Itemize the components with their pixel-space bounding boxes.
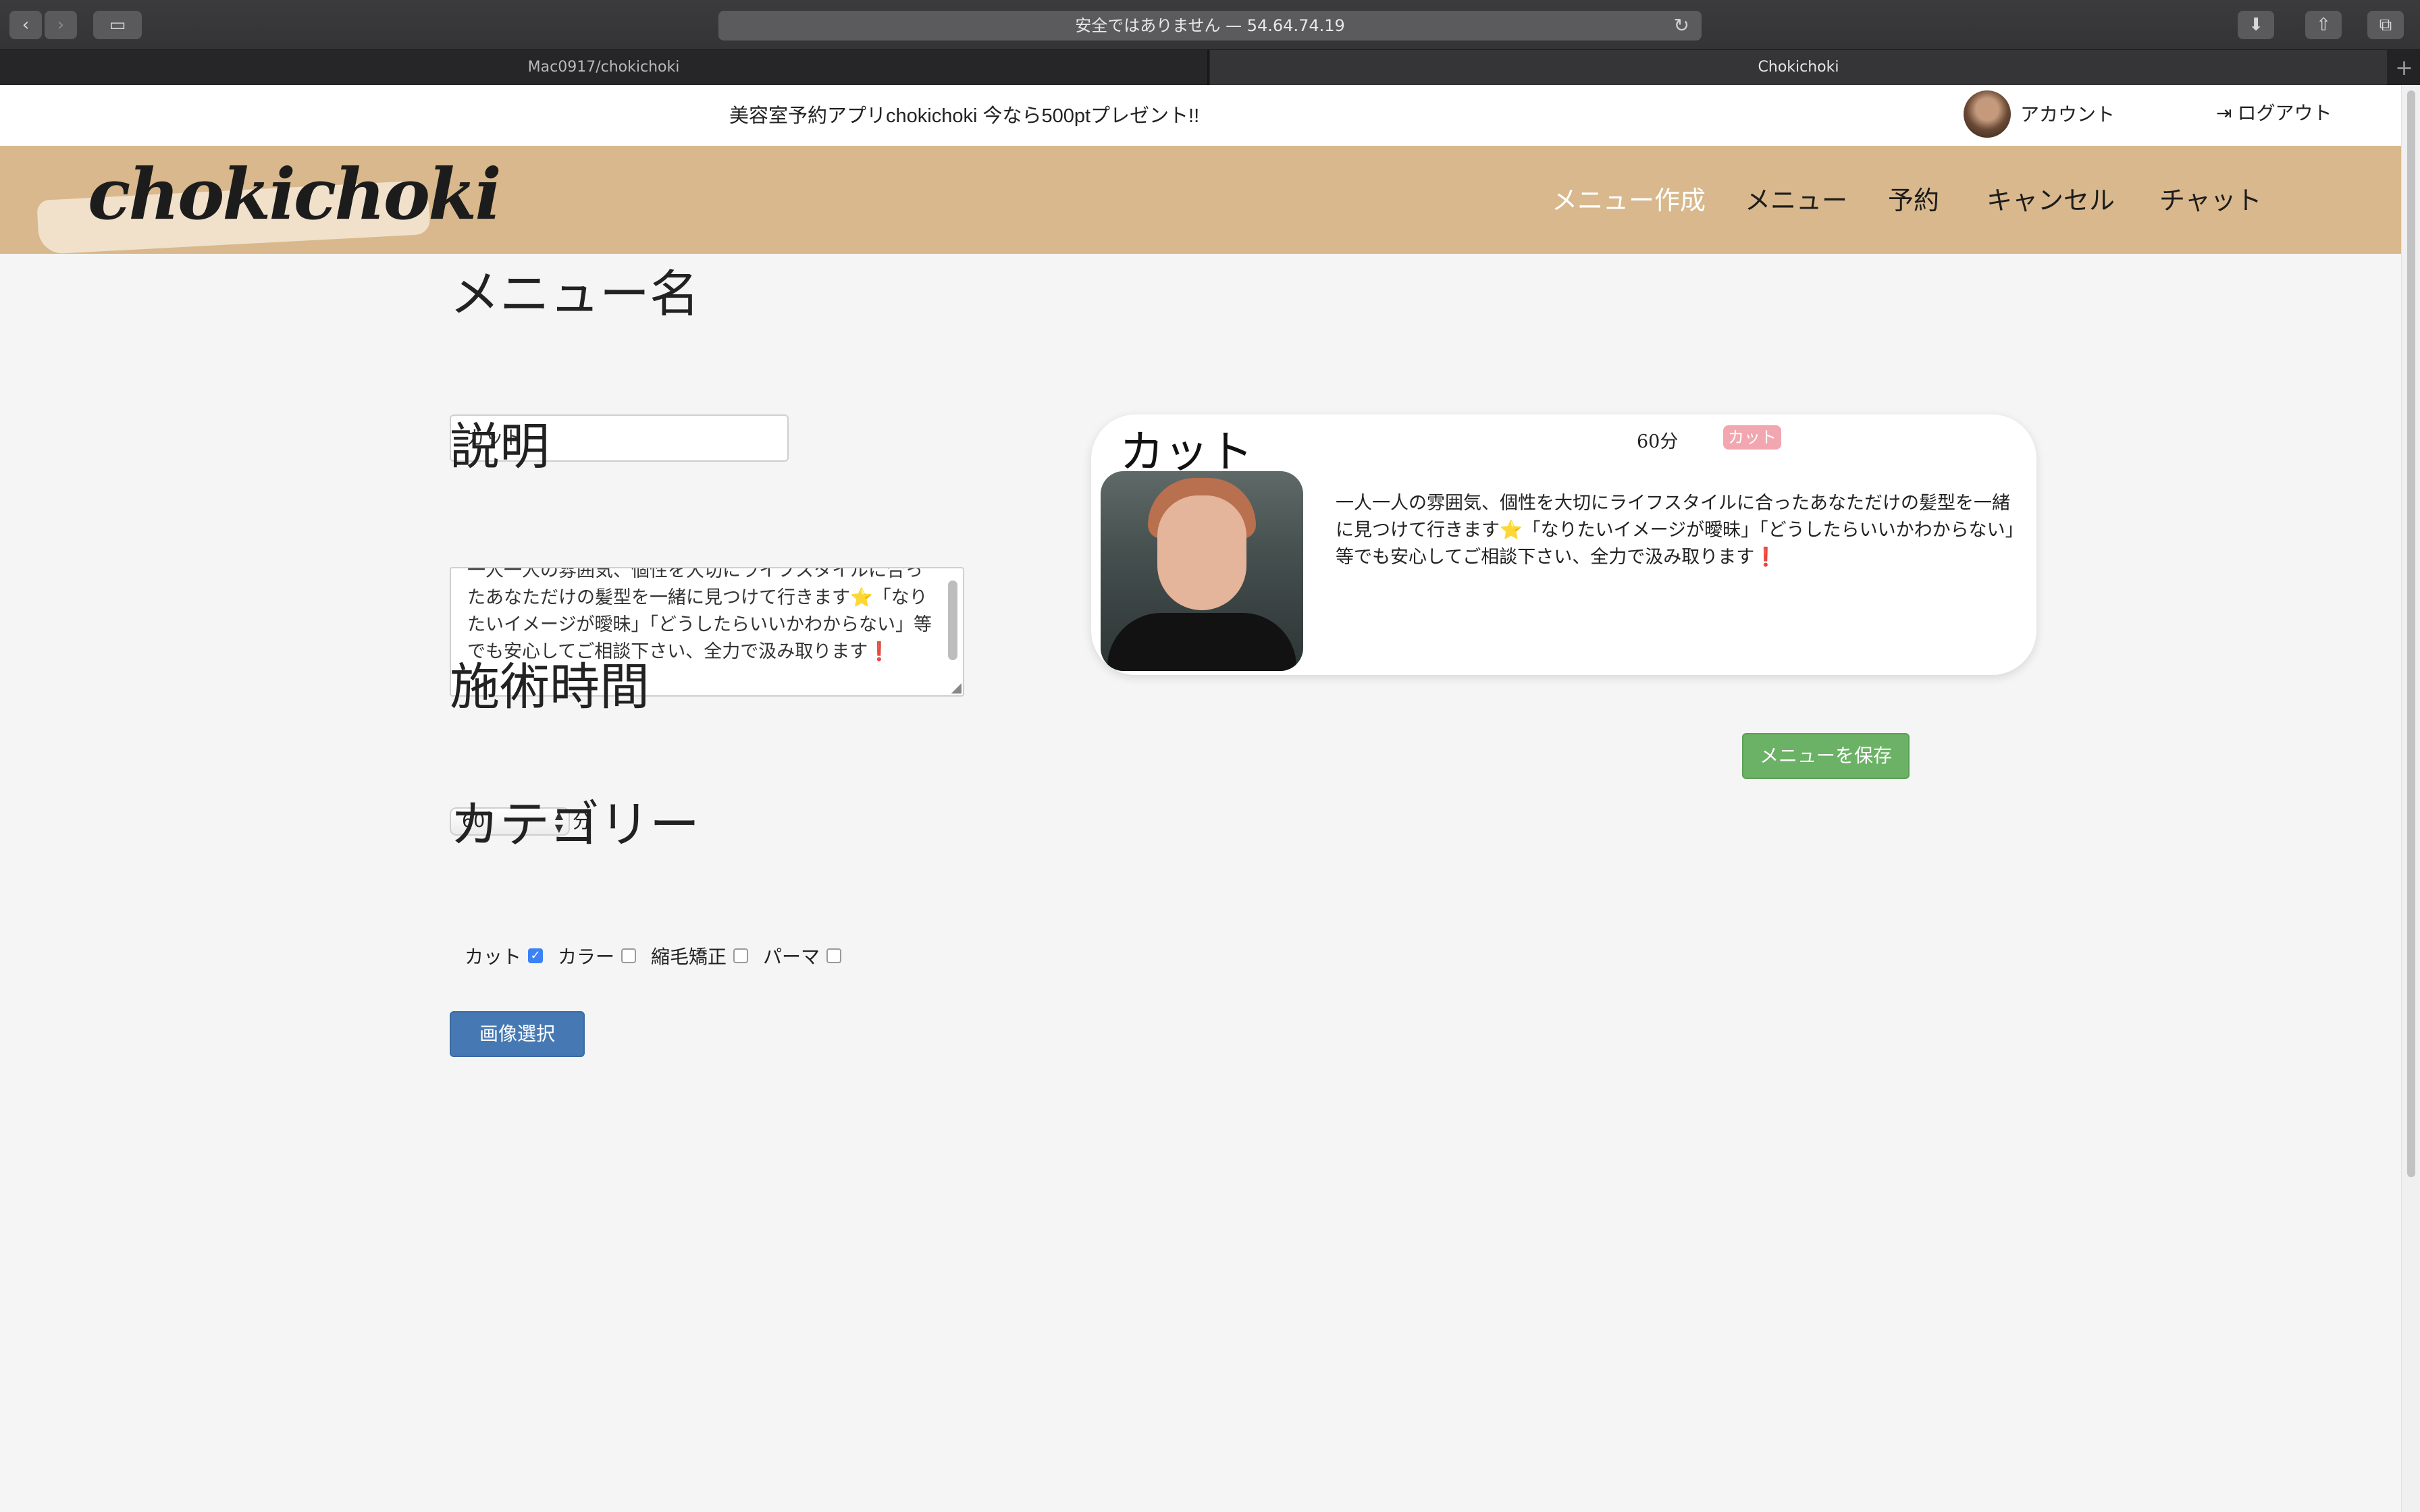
announcement-text: 美容室予約アプリchokichoki 今なら500ptプレゼント!! [729,105,1200,127]
tabs-overview-icon[interactable]: ⧉ [2367,11,2404,39]
resize-grip-icon[interactable]: ◢ [951,680,962,694]
page-scrollbar[interactable] [2401,85,2420,1512]
back-icon[interactable]: ‹ [9,11,42,39]
category-color-checkbox[interactable] [621,948,637,963]
account-link[interactable]: アカウント [2020,100,2115,127]
site-logo[interactable]: chokichoki [88,153,502,236]
category-color[interactable]: カラー [558,942,637,969]
preview-photo [1101,471,1303,671]
logout-label: ログアウト [2237,102,2332,124]
photo-body [1107,613,1296,671]
sidebar-toggle-icon[interactable]: ▭ [93,11,142,39]
tab-bar: Mac0917/chokichoki Chokichoki + [0,50,2420,85]
preview-duration: 60分 [1637,431,1679,452]
category-options: カット ✓ カラー 縮毛矯正 パーマ [465,941,856,971]
textarea-scrollbar[interactable] [948,580,957,660]
avatar[interactable] [1964,90,2011,138]
reload-icon[interactable]: ↻ [1674,11,1689,40]
page: 美容室予約アプリchokichoki 今なら500ptプレゼント!! アカウント… [0,85,2401,1512]
category-cut-checkbox[interactable]: ✓ [528,948,544,963]
nav-menu-create[interactable]: メニュー作成 [1552,180,1706,217]
nav-menu[interactable]: メニュー [1745,180,1847,217]
category-straightening[interactable]: 縮毛矯正 [651,942,749,969]
forward-icon[interactable]: › [45,11,77,39]
duration-heading: 施術時間 [450,658,650,716]
nav-cancel[interactable]: キャンセル [1987,180,2115,217]
tab-label: Mac0917/chokichoki [527,59,680,76]
category-heading: カテゴリー [450,796,700,854]
nav-reservation[interactable]: 予約 [1888,180,1939,217]
announcement-bar: 美容室予約アプリchokichoki 今なら500ptプレゼント!! アカウント… [0,85,2401,146]
description-heading: 説明 [450,418,550,476]
main-navbar: chokichoki メニュー作成 メニュー 予約 キャンセル チャット [0,146,2401,255]
logout-link[interactable]: ⇥ ログアウト [2216,99,2332,126]
nav-chat[interactable]: チャット [2159,180,2262,217]
photo-face [1157,495,1246,610]
address-text: 安全ではありません — 54.64.74.19 [1075,16,1345,35]
browser-toolbar: ‹ › ▭ 安全ではありません — 54.64.74.19 ↻ ⬇ ⇧ ⧉ [0,0,2420,50]
new-tab-icon[interactable]: + [2388,50,2420,85]
preview-description: 一人一人の雰囲気、個性を大切にライフスタイルに合ったあなただけの髪型を一緒に見つ… [1336,493,2015,568]
logout-icon: ⇥ [2216,102,2232,124]
category-cut[interactable]: カット ✓ [465,942,544,969]
download-icon[interactable]: ⬇ [2238,11,2274,39]
share-icon[interactable]: ⇧ [2305,11,2342,39]
menu-preview-card: カット 60分 カット 一人一人の雰囲気、個性を大切にライフスタイルに合ったあな… [1091,414,2036,675]
address-bar[interactable]: 安全ではありません — 54.64.74.19 ↻ [718,11,1702,40]
category-label: パーマ [763,946,820,968]
tab-github[interactable]: Mac0917/chokichoki [0,50,1209,85]
save-menu-button[interactable]: メニューを保存 [1742,733,1910,779]
category-straightening-checkbox[interactable] [733,948,749,963]
scrollbar-thumb[interactable] [2407,90,2415,1177]
select-image-button[interactable]: 画像選択 [450,1011,585,1057]
category-perm[interactable]: パーマ [763,942,842,969]
category-label: 縮毛矯正 [651,946,727,968]
preview-category-badge: カット [1723,425,1781,450]
tab-label: Chokichoki [1758,59,1839,76]
menu-name-heading: メニュー名 [450,265,700,323]
category-perm-checkbox[interactable] [826,948,842,963]
category-label: カラー [558,946,615,968]
tab-chokichoki[interactable]: Chokichoki [1210,50,2387,85]
category-label: カット [465,946,522,968]
